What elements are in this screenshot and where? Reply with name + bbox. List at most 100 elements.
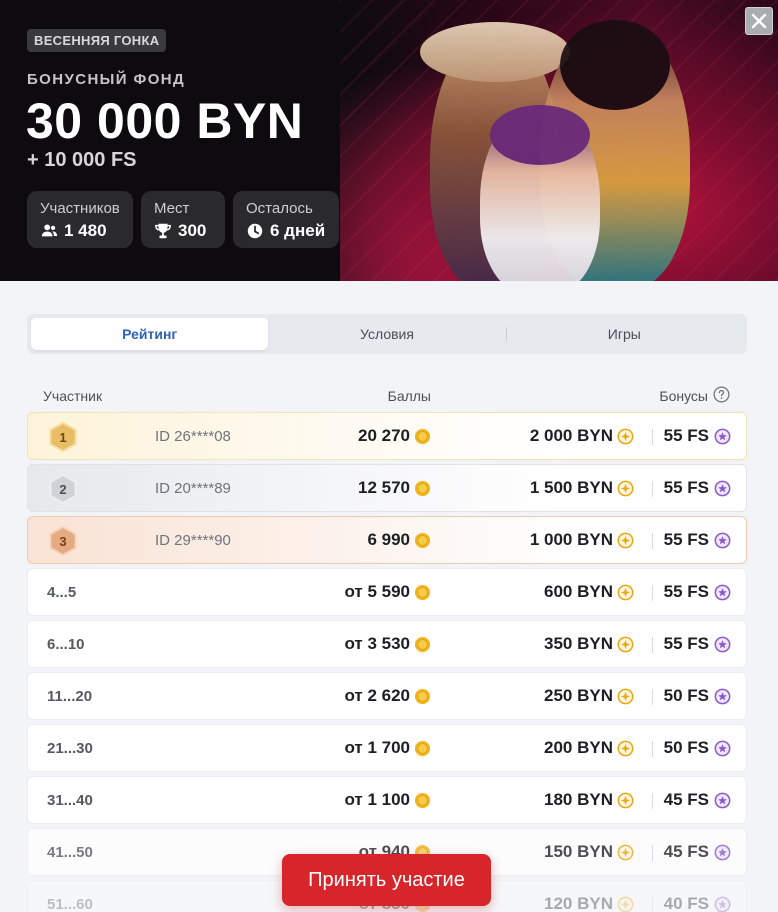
stat-value: 300 — [178, 221, 207, 240]
cell-divider — [652, 533, 653, 549]
tab-rating[interactable]: Рейтинг — [31, 318, 269, 350]
coin-icon — [414, 480, 431, 496]
fund-amount: 30 000 BYN — [26, 93, 304, 149]
points-value: 6 990 — [367, 530, 410, 549]
leaderboard-header: Участник Баллы Бонусы — [0, 386, 778, 406]
close-icon — [751, 13, 767, 29]
byn-prize-cell: 120 BYN — [544, 894, 634, 912]
byn-prize-value: 120 BYN — [544, 894, 613, 912]
leaderboard-row-range: 11...20 от 2 620 250 BYN 50 FS — [27, 672, 747, 720]
fs-prize-cell: 55 FS — [664, 582, 731, 602]
coin-icon — [414, 740, 431, 756]
coin-icon — [414, 688, 431, 704]
byn-prize-cell: 200 BYN — [544, 738, 634, 758]
fs-prize-value: 40 FS — [663, 894, 709, 912]
leaderboard-row-range: 31...40 от 1 100 180 BYN 45 FS — [27, 776, 747, 824]
coin-icon — [414, 636, 431, 652]
place-medal-icon: 2 — [48, 473, 78, 505]
bonus-coin-icon — [617, 896, 634, 912]
stat-label: Мест — [154, 200, 190, 217]
tab-games[interactable]: Игры — [505, 318, 743, 350]
byn-prize-value: 1 500 BYN — [529, 478, 613, 497]
stat-value: 1 480 — [64, 221, 107, 240]
fs-prize-cell: 50 FS — [664, 738, 731, 758]
free-spins-icon — [714, 688, 731, 704]
stat-label: Участников — [40, 200, 120, 217]
byn-prize-cell: 150 BYN — [544, 842, 634, 862]
bonus-coin-icon — [617, 584, 634, 600]
cell-divider — [652, 845, 653, 861]
cell-divider — [652, 481, 653, 497]
free-spins-icon — [714, 740, 731, 756]
bonus-coin-icon — [617, 636, 634, 652]
points-cell: 12 570 — [358, 478, 431, 498]
byn-prize-cell: 250 BYN — [544, 686, 634, 706]
bonus-coin-icon — [617, 428, 634, 444]
points-cell: 20 270 — [358, 426, 431, 446]
header-bonuses: Бонусы — [659, 388, 708, 404]
byn-prize-value: 1 000 BYN — [529, 530, 613, 549]
free-spins-icon — [714, 480, 731, 496]
place-medal-icon: 3 — [48, 525, 78, 557]
leaderboard-row-range: 4...5 от 5 590 600 BYN 55 FS — [27, 568, 747, 616]
byn-prize-cell: 1 500 BYN — [530, 478, 634, 498]
fs-prize-cell: 55 FS — [664, 634, 731, 654]
fs-prize-cell: 45 FS — [664, 790, 731, 810]
cell-divider — [652, 585, 653, 601]
leaderboard-row-top: 2 ID 20****89 12 570 1 500 BYN 55 FS — [27, 464, 747, 512]
cell-divider — [652, 793, 653, 809]
stat-places: Мест 300 — [141, 191, 225, 248]
place-range: 51...60 — [47, 896, 93, 912]
place-number: 2 — [59, 481, 67, 497]
fs-prize-cell: 45 FS — [664, 842, 731, 862]
points-cell: от 1 100 — [344, 790, 431, 810]
place-range: 11...20 — [47, 688, 93, 705]
byn-prize-value: 180 BYN — [544, 790, 613, 809]
leaderboard-row-range: 6...10 от 3 530 350 BYN 55 FS — [27, 620, 747, 668]
close-button[interactable] — [745, 7, 773, 35]
place-number: 3 — [59, 533, 67, 549]
free-spins-icon — [714, 636, 731, 652]
bonus-coin-icon — [617, 480, 634, 496]
fs-prize-cell: 50 FS — [664, 686, 731, 706]
bunny-character-image — [480, 105, 600, 281]
points-value: 12 570 — [358, 478, 410, 497]
free-spins-icon — [714, 896, 731, 912]
cell-divider — [652, 741, 653, 757]
header-participant: Участник — [43, 388, 103, 404]
place-medal-icon: 1 — [48, 421, 78, 453]
byn-prize-cell: 180 BYN — [544, 790, 634, 810]
place-range: 21...30 — [47, 740, 93, 757]
points-cell: от 3 530 — [344, 634, 431, 654]
hero-illustration — [340, 0, 778, 281]
tab-divider — [505, 327, 507, 341]
points-value: от 2 620 — [344, 686, 410, 705]
bonus-coin-icon — [617, 688, 634, 704]
tournament-tag: ВЕСЕННЯЯ ГОНКА — [27, 29, 167, 52]
fs-prize-cell: 55 FS — [664, 478, 731, 498]
fs-prize-value: 55 FS — [663, 530, 709, 549]
participant-id: ID 29****90 — [155, 532, 231, 549]
join-button[interactable]: Принять участие — [282, 854, 491, 906]
points-cell: от 2 620 — [344, 686, 431, 706]
leaderboard-row-top: 1 ID 26****08 20 270 2 000 BYN 55 FS — [27, 412, 747, 460]
cell-divider — [652, 689, 653, 705]
clock-icon — [247, 223, 263, 239]
tab-bar: Рейтинг Условия Игры — [27, 314, 747, 354]
byn-prize-value: 250 BYN — [544, 686, 613, 705]
free-spins-icon — [714, 584, 731, 600]
free-spins-icon — [714, 792, 731, 808]
users-icon — [41, 224, 58, 237]
tab-conditions[interactable]: Условия — [268, 318, 505, 350]
points-value: от 1 100 — [344, 790, 410, 809]
byn-prize-value: 2 000 BYN — [529, 426, 613, 445]
byn-prize-value: 150 BYN — [544, 842, 613, 861]
points-value: от 1 700 — [344, 738, 410, 757]
fund-label: БОНУСНЫЙ ФОНД — [27, 71, 186, 88]
help-icon[interactable] — [713, 386, 730, 403]
fs-prize-cell: 40 FS — [664, 894, 731, 912]
stat-label: Осталось — [246, 200, 313, 217]
header-points: Баллы — [387, 388, 431, 404]
place-range: 4...5 — [47, 584, 77, 601]
points-value: от 5 590 — [344, 582, 410, 601]
